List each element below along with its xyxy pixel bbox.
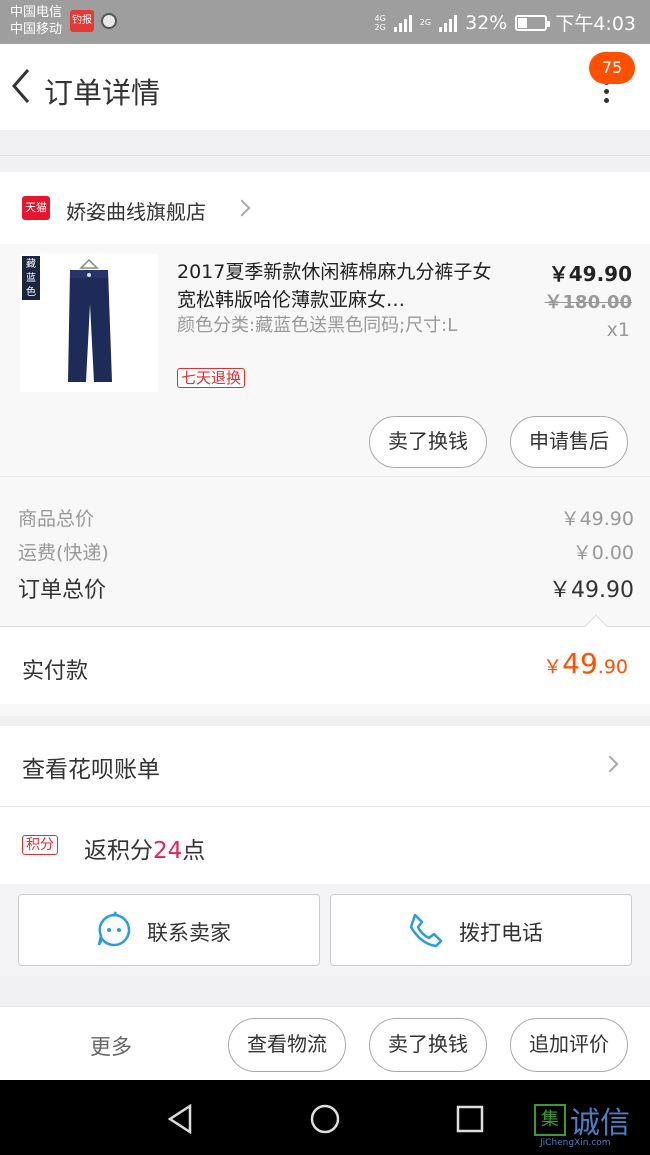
battery-percent: 32% (465, 11, 508, 34)
huabei-bill-row[interactable]: 查看花呗账单 (0, 726, 650, 806)
contact-seller-label: 联系卖家 (147, 921, 231, 945)
nav-bar: 订单详情 75 (0, 44, 650, 130)
shipping-label: 运费(快递) (18, 542, 109, 564)
page-title: 订单详情 (44, 76, 161, 110)
product-title[interactable]: 2017夏季新款休闲裤棉麻九分裤子女宽松韩版哈伦薄款亚麻女… (177, 258, 495, 314)
watermark-url: JiChengXin.com (540, 1138, 611, 1148)
after-sale-button[interactable]: 申请售后 (510, 416, 628, 468)
chat-bubble-icon (97, 911, 131, 947)
sell-for-cash-button-bottom[interactable]: 卖了换钱 (369, 1018, 487, 1072)
view-logistics-button[interactable]: 查看物流 (228, 1018, 346, 1072)
system-nav-bar: 集 诚信 JiChengXin.com (0, 1080, 650, 1155)
paid-amount: ￥49.90 (543, 647, 628, 680)
points-suffix: 点 (182, 838, 206, 864)
product-color-tag: 藏蓝色 (22, 256, 40, 300)
paid-integer: 49 (562, 647, 598, 680)
paid-currency: ￥ (543, 656, 563, 678)
points-row: 积分 返积分24点 (0, 806, 650, 884)
notch (584, 614, 608, 638)
contact-row: 联系卖家 拨打电话 (0, 884, 650, 976)
notification-app-icon: 钓报 (70, 10, 94, 32)
goods-total-value: ￥49.90 (560, 508, 634, 530)
order-total-row: 订单总价 ￥49.90 (18, 572, 634, 604)
back-triangle-icon[interactable] (166, 1104, 194, 1134)
signal-1-type-top: 4G (374, 13, 386, 23)
pants-icon (68, 258, 112, 382)
signal-1-type-bottom: 2G (374, 22, 386, 32)
order-total-value: ￥49.90 (549, 578, 634, 603)
tmall-badge: 天猫 (22, 196, 50, 220)
signal-2-type-label: 2G (419, 18, 432, 27)
seven-day-return-tag: 七天退换 (177, 368, 246, 388)
recent-apps-square-icon[interactable] (456, 1105, 484, 1133)
shipping-value: ￥0.00 (572, 542, 634, 564)
points-text: 返积分24点 (84, 831, 205, 865)
huabei-label: 查看花呗账单 (22, 757, 160, 783)
more-link[interactable]: 更多 (90, 1031, 132, 1061)
watermark-text: 诚信 (570, 1106, 630, 1141)
watermark-box: 集 (534, 1104, 566, 1136)
item-quantity: x1 (606, 319, 630, 341)
carrier-1: 中国电信 (10, 5, 63, 20)
points-value: 24 (153, 838, 183, 864)
goods-total-label: 商品总价 (18, 508, 95, 530)
chevron-left-icon (12, 69, 30, 103)
product-spec: 颜色分类:藏蓝色送黑色同码;尺寸:L (177, 315, 458, 336)
item-original-price: ￥180.00 (544, 292, 632, 313)
goods-total-row: 商品总价 ￥49.90 (18, 504, 634, 531)
phone-icon (409, 913, 443, 948)
battery-icon (515, 14, 551, 31)
paid-amount-row: 实付款 ￥49.90 (0, 614, 650, 704)
status-right: 4G 2G 2G 32% 下午4:03 (375, 9, 637, 36)
signal-2-icon (439, 14, 458, 32)
carrier-2: 中国移动 (10, 22, 63, 37)
contact-seller-button[interactable]: 联系卖家 (18, 894, 320, 966)
shop-row[interactable]: 天猫 娇姿曲线旗舰店 (0, 172, 650, 244)
points-tag: 积分 (22, 835, 58, 855)
item-price: ￥49.90 (548, 262, 632, 286)
call-phone-button[interactable]: 拨打电话 (330, 894, 632, 966)
signal-1-type-label: 4G 2G (375, 14, 386, 32)
product-image[interactable]: 藏蓝色 (20, 254, 158, 392)
paid-label: 实付款 (22, 659, 89, 684)
notification-panda-icon (101, 13, 117, 29)
divider (0, 476, 650, 477)
paid-decimal: .90 (597, 656, 628, 678)
call-phone-label: 拨打电话 (459, 921, 543, 945)
message-count-badge: 75 (589, 52, 635, 84)
status-bar: 中国电信 中国移动 钓报 4G 2G 2G 32% 下午4:03 (0, 0, 650, 44)
order-item[interactable]: 藏蓝色 2017夏季新款休闲裤棉麻九分裤子女宽松韩版哈伦薄款亚麻女… 颜色分类:… (0, 244, 650, 476)
chevron-right-icon (601, 755, 619, 773)
chevron-right-icon (233, 199, 251, 217)
bottom-action-bar: 更多 查看物流 卖了换钱 追加评价 (0, 1006, 650, 1080)
home-circle-icon[interactable] (309, 1103, 341, 1135)
watermark-logo: 集 诚信 (534, 1098, 630, 1142)
sell-for-cash-button[interactable]: 卖了换钱 (369, 416, 487, 468)
clock: 下午4:03 (555, 13, 636, 35)
add-review-button[interactable]: 追加评价 (510, 1018, 628, 1072)
shop-name: 娇姿曲线旗舰店 (66, 200, 206, 224)
order-total-label: 订单总价 (18, 578, 107, 603)
back-button[interactable] (6, 66, 38, 106)
signal-1-icon (393, 14, 412, 32)
carrier-info: 中国电信 中国移动 (10, 4, 62, 38)
shipping-row: 运费(快递) ￥0.00 (18, 538, 634, 565)
divider (0, 130, 650, 156)
price-summary: 商品总价 ￥49.90 运费(快递) ￥0.00 订单总价 ￥49.90 实付款… (0, 476, 650, 716)
points-prefix: 返积分 (84, 838, 153, 864)
